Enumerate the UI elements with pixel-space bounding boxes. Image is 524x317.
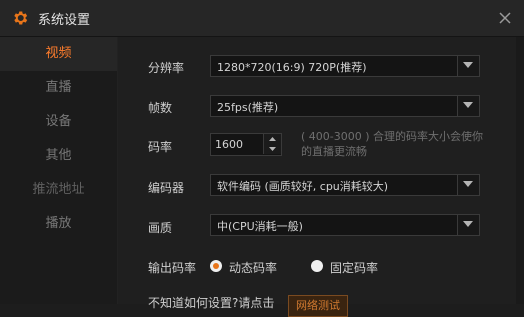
sidebar-item-stream-url[interactable]: 推流地址: [0, 173, 117, 207]
quality-value: 中(CPU消耗一般): [217, 220, 303, 233]
fixed-bitrate-label[interactable]: 固定码率: [330, 259, 378, 276]
framerate-value: 25fps(推荐): [217, 101, 279, 114]
bitrate-stepper[interactable]: [210, 133, 282, 156]
chevron-down-icon[interactable]: [457, 56, 479, 76]
resolution-label: 分辨率: [148, 61, 185, 75]
encoder-select[interactable]: 软件编码 (画质较好, cpu消耗较大): [210, 174, 480, 196]
resolution-value: 1280*720(16:9) 720P(推荐): [217, 61, 367, 74]
close-icon[interactable]: [495, 8, 515, 28]
bitrate-hint: ( 400-3000 ) 合理的码率大小会使你的直播更流畅: [301, 130, 484, 158]
sidebar-item-other[interactable]: 其他: [0, 139, 117, 173]
encoder-value: 软件编码 (画质较好, cpu消耗较大): [217, 180, 389, 193]
framerate-select[interactable]: 25fps(推荐): [210, 95, 480, 117]
quality-select[interactable]: 中(CPU消耗一般): [210, 214, 480, 236]
chevron-down-icon[interactable]: [457, 96, 479, 116]
window-title: 系统设置: [38, 13, 91, 28]
sidebar-item-live[interactable]: 直播: [0, 71, 117, 105]
radio-dynamic-bitrate[interactable]: [210, 260, 222, 272]
video-settings-panel: 分辨率 1280*720(16:9) 720P(推荐) 帧数 25fps(推荐)…: [118, 37, 524, 317]
quality-label: 画质: [148, 221, 173, 235]
resolution-select[interactable]: 1280*720(16:9) 720P(推荐): [210, 55, 480, 77]
output-bitrate-label: 输出码率: [148, 261, 197, 275]
network-test-button[interactable]: 网络测试: [288, 295, 348, 317]
chevron-down-icon[interactable]: [457, 215, 479, 235]
dynamic-bitrate-label[interactable]: 动态码率: [229, 259, 277, 276]
bitrate-input[interactable]: [211, 134, 263, 155]
radio-fixed-bitrate[interactable]: [311, 260, 323, 272]
sidebar-item-device[interactable]: 设备: [0, 105, 117, 139]
bitrate-label: 码率: [148, 140, 173, 154]
chevron-down-icon[interactable]: [457, 175, 479, 195]
sidebar-item-playback[interactable]: 播放: [0, 207, 117, 241]
sidebar-item-video[interactable]: 视频: [0, 37, 117, 71]
framerate-label: 帧数: [148, 101, 173, 115]
gear-icon: [14, 11, 28, 25]
settings-sidebar: 视频 直播 设备 其他 推流地址 播放: [0, 37, 118, 304]
network-test-prompt: 不知道如何设置?请点击: [148, 296, 275, 310]
scrollbar[interactable]: [516, 37, 524, 304]
decrement-icon[interactable]: [263, 144, 281, 154]
title-bar: 系统设置: [0, 0, 524, 37]
encoder-label: 编码器: [148, 181, 185, 195]
radio-selected-dot: [213, 263, 219, 269]
